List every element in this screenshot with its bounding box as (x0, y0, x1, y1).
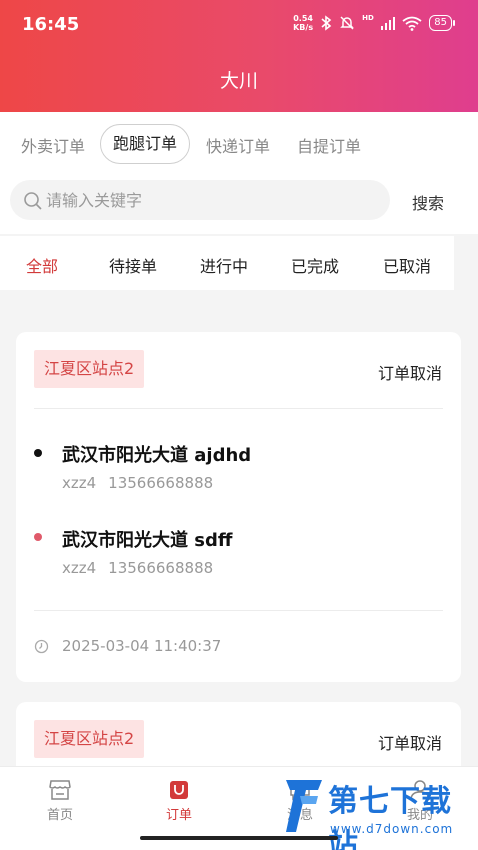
tab-in-progress[interactable]: 进行中 (200, 253, 248, 277)
order-category-tabs: 外卖订单 跑腿订单 快递订单 自提订单 (0, 112, 478, 176)
pickup-name: xzz4 (62, 474, 97, 492)
tab-pickup-orders[interactable]: 自提订单 (297, 133, 361, 157)
signal-icon (380, 16, 396, 30)
search-input[interactable] (46, 180, 376, 220)
order-status-tabs: 全部 待接单 进行中 已完成 已取消 (0, 236, 454, 290)
tab-completed[interactable]: 已完成 (291, 253, 339, 277)
bluetooth-icon (321, 15, 332, 31)
search-box (10, 180, 390, 220)
tab-cancelled[interactable]: 已取消 (383, 253, 431, 277)
page-title: 大川 (219, 70, 258, 92)
order-bag-icon (170, 781, 188, 799)
tab-express-orders[interactable]: 快递订单 (206, 133, 270, 157)
battery-icon: 85 (429, 15, 455, 31)
status-time: 16:45 (22, 14, 80, 35)
home-indicator (140, 836, 338, 840)
app-header: 16:45 0.54 KB/s HD 85 大川 (0, 0, 478, 112)
tab-takeout-orders[interactable]: 外卖订单 (21, 133, 85, 157)
wifi-icon (402, 16, 422, 31)
tab-all[interactable]: 全部 (26, 253, 58, 277)
clock-icon (34, 639, 49, 654)
delivery-phone: 13566668888 (108, 559, 214, 577)
nav-home-label: 首页 (46, 808, 73, 823)
delivery-dot (34, 533, 42, 541)
delivery-name: xzz4 (62, 559, 97, 577)
status-icons: 0.54 KB/s HD 85 (293, 14, 455, 32)
watermark-url: www.d7down.com (330, 822, 454, 836)
watermark-logo-icon (286, 780, 322, 832)
mute-bell-icon (340, 16, 354, 30)
pickup-contact: xzz4 13566668888 (62, 474, 213, 492)
search-icon (24, 192, 42, 210)
tab-awaiting-acceptance[interactable]: 待接单 (109, 253, 157, 277)
pickup-address: 武汉市阳光大道 ajdhd (62, 445, 252, 466)
delivery-address: 武汉市阳光大道 sdff (62, 530, 233, 551)
nav-orders[interactable]: 订单 (149, 779, 209, 823)
station-badge: 江夏区站点2 (34, 350, 145, 388)
divider (34, 408, 443, 409)
hd-label: HD (362, 14, 374, 22)
search-bar: 搜索 (0, 176, 478, 234)
cancel-order-button[interactable]: 订单取消 (378, 360, 442, 384)
divider (34, 610, 443, 611)
station-badge: 江夏区站点2 (34, 720, 145, 758)
status-bar: 16:45 0.54 KB/s HD 85 (0, 0, 478, 50)
cancel-order-button[interactable]: 订单取消 (378, 730, 442, 754)
nav-orders-label: 订单 (165, 808, 192, 823)
network-speed: 0.54 KB/s (293, 14, 314, 32)
order-time: 2025-03-04 11:40:37 (62, 637, 222, 655)
tab-errand-orders[interactable]: 跑腿订单 (100, 124, 191, 164)
search-button[interactable]: 搜索 (412, 190, 444, 214)
nav-home[interactable]: 首页 (30, 779, 90, 823)
order-card[interactable]: 江夏区站点2 订单取消 武汉市阳光大道 ajdhd xzz4 1356666888… (16, 332, 461, 682)
delivery-contact: xzz4 13566668888 (62, 559, 213, 577)
pickup-dot (34, 449, 42, 457)
pickup-phone: 13566668888 (108, 474, 214, 492)
watermark-name: 第七下载站 (328, 784, 452, 850)
store-icon (49, 780, 71, 800)
